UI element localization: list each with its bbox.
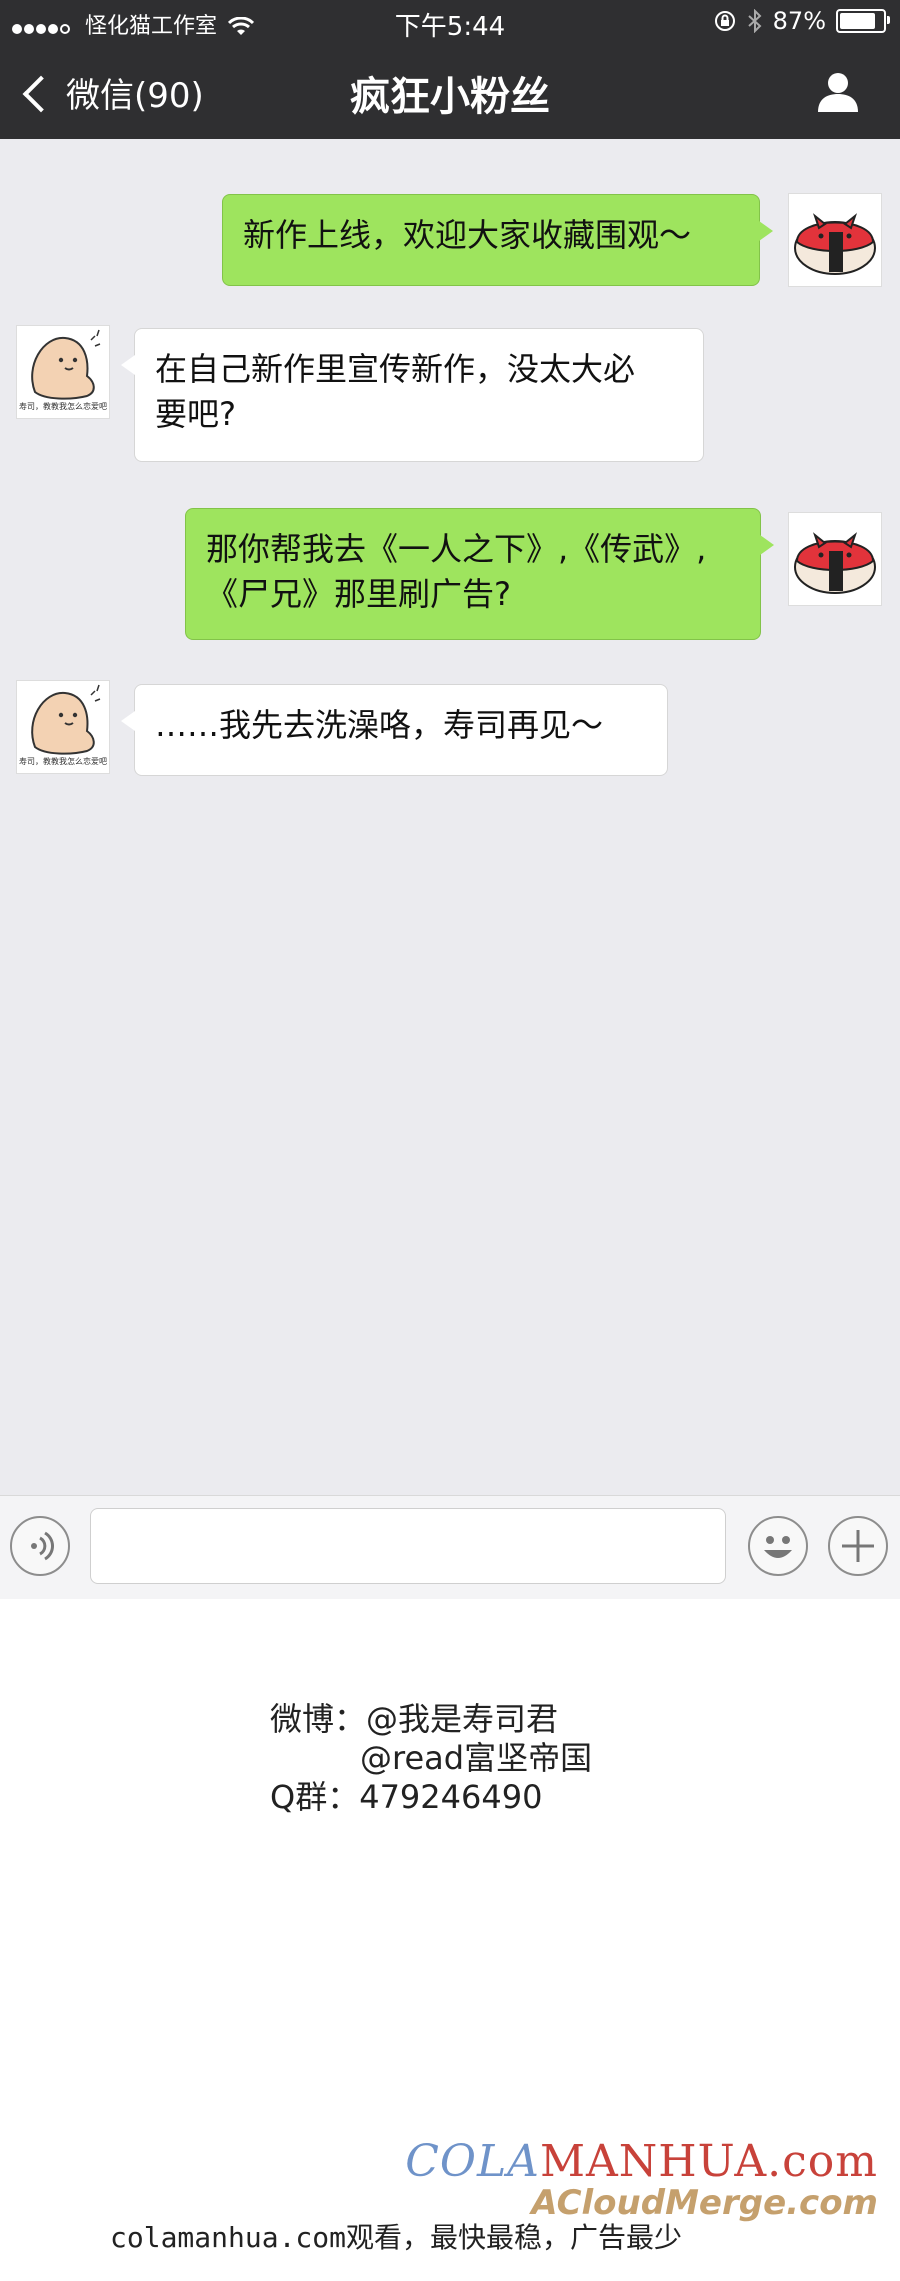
battery-fill — [840, 13, 875, 29]
status-right: 87% — [713, 7, 890, 35]
chat-title: 疯狂小粉丝 — [350, 74, 550, 120]
plus-icon — [842, 1530, 874, 1562]
emoji-button[interactable] — [748, 1516, 808, 1576]
blob-character-icon — [31, 684, 101, 755]
weibo-handle-2: @read富坚帝国 — [360, 1739, 593, 1777]
watermark-manhua: MANHUA.com — [539, 2136, 878, 2187]
avatar-caption: 寿司，教教我怎么恋爱吧 — [19, 757, 107, 766]
message-input[interactable] — [90, 1508, 726, 1584]
footer-note: colamanhua.com观看，最快最稳，广告最少 — [110, 2221, 683, 2254]
voice-button[interactable] — [10, 1516, 70, 1576]
more-button[interactable] — [828, 1516, 888, 1576]
watermark-cola: COLA — [405, 2136, 540, 2187]
message-text-line: 在自己新作里宣传新作，没太大必 — [155, 350, 636, 388]
site-watermark: COLAMANHUA.com ACloudMerge.com — [405, 2136, 878, 2223]
bluetooth-icon — [747, 9, 762, 33]
emoji-icon — [764, 1536, 792, 1558]
avatar-caption: 寿司，教教我怎么恋爱吧 — [19, 402, 107, 411]
chat-input-bar — [0, 1495, 900, 1599]
battery-icon — [836, 9, 890, 33]
chat-screen: 怪化猫工作室 下午5:44 87% 微信(90) 疯狂小粉丝 新作上线，欢迎大家… — [0, 0, 900, 1599]
blob-character-icon — [31, 329, 101, 400]
contact-avatar[interactable]: 寿司，教教我怎么恋爱吧 — [16, 325, 110, 419]
contact-avatar[interactable]: 寿司，教教我怎么恋爱吧 — [16, 680, 110, 774]
weibo-handle-1: @我是寿司君 — [366, 1700, 559, 1738]
sushi-cat-icon — [794, 532, 876, 594]
qq-label: Q群： — [270, 1778, 360, 1816]
status-bar: 怪化猫工作室 下午5:44 87% — [0, 0, 900, 44]
message-text-line: 《尸兄》那里刷广告? — [206, 575, 511, 613]
message-text: ……我先去洗澡咯，寿司再见～ — [155, 706, 604, 744]
watermark-line-1: COLAMANHUA.com — [405, 2136, 878, 2187]
sushi-cat-icon — [794, 213, 876, 275]
weibo-label: 微博： — [270, 1700, 367, 1738]
message-text-line: 要吧? — [155, 395, 236, 433]
message-bubble-outgoing[interactable]: 那你帮我去《一人之下》,《传武》, 《尸兄》那里刷广告? — [185, 508, 774, 640]
qq-number: 479246490 — [359, 1778, 543, 1816]
message-text: 新作上线，欢迎大家收藏围观～ — [243, 216, 692, 254]
battery-percent: 87% — [772, 7, 826, 35]
profile-icon[interactable] — [816, 70, 860, 114]
rotation-lock-icon — [714, 11, 735, 31]
voice-icon — [31, 1531, 55, 1561]
qq-line: Q群：479246490 — [270, 1778, 592, 1817]
weibo-line: 微博：@我是寿司君 — [270, 1700, 592, 1739]
nav-bar: 微信(90) 疯狂小粉丝 — [0, 44, 900, 139]
message-bubble-incoming[interactable]: 在自己新作里宣传新作，没太大必 要吧? — [121, 328, 704, 462]
message-text-line: 那你帮我去《一人之下》,《传武》, — [206, 530, 707, 568]
message-bubble-outgoing[interactable]: 新作上线，欢迎大家收藏围观～ — [222, 194, 773, 286]
message-bubble-incoming[interactable]: ……我先去洗澡咯，寿司再见～ — [121, 684, 668, 776]
my-avatar[interactable] — [788, 193, 882, 287]
author-credits: 微博：@我是寿司君 @read富坚帝国 Q群：479246490 — [270, 1700, 592, 1817]
my-avatar[interactable] — [788, 512, 882, 606]
